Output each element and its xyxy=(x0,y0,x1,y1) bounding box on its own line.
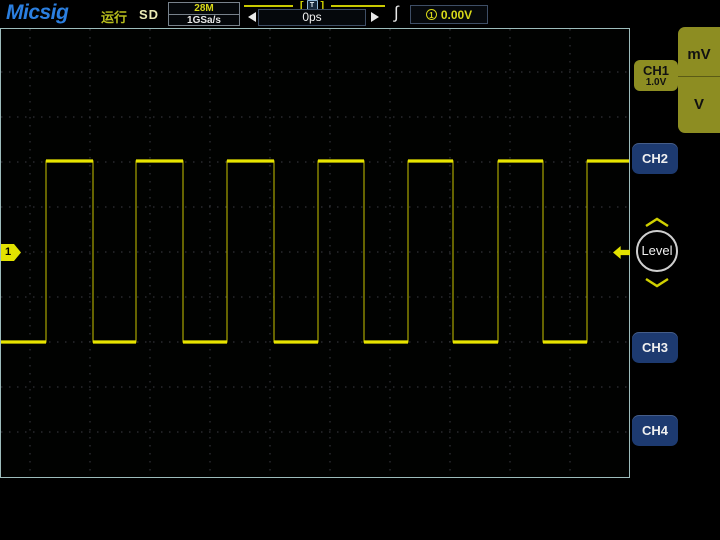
waveform-display-area[interactable] xyxy=(0,28,630,478)
ch3-button[interactable]: CH3 xyxy=(632,332,678,363)
top-status-bar: Micsig 运行 SD 28M 1GSa/s [ T ] 0ps ∫ 1 0.… xyxy=(0,0,720,28)
level-up-chevron-icon[interactable] xyxy=(643,216,671,228)
level-down-chevron-icon[interactable] xyxy=(643,277,671,289)
acquisition-info-box[interactable]: 28M 1GSa/s xyxy=(168,2,240,26)
trigger-source-icon: 1 xyxy=(425,9,437,20)
memory-depth-value: 28M xyxy=(169,3,239,15)
sample-rate-value: 1GSa/s xyxy=(187,15,221,26)
sd-card-indicator: SD xyxy=(139,7,160,22)
brand-logo: Micsig xyxy=(6,1,69,24)
scale-mv-button[interactable]: mV xyxy=(678,27,720,77)
oscilloscope-screen: Micsig 运行 SD 28M 1GSa/s [ T ] 0ps ∫ 1 0.… xyxy=(0,0,720,540)
trigger-position-value[interactable]: 0ps xyxy=(258,9,366,26)
vertical-scale-unit-panel: mV V xyxy=(678,27,720,133)
ch1-button[interactable]: CH1 1.0V xyxy=(634,60,678,91)
ch4-button[interactable]: CH4 xyxy=(632,415,678,446)
run-status-label[interactable]: 运行 xyxy=(101,7,127,26)
ch1-label: CH1 xyxy=(642,62,669,78)
scale-v-button[interactable]: V xyxy=(678,77,720,132)
trigger-level-box[interactable]: 1 0.00V xyxy=(410,5,488,24)
trigger-level-value: 0.00V xyxy=(440,7,473,22)
ch1-scale-value: 1.0V xyxy=(645,76,667,88)
trigger-slope-icon[interactable]: ∫ xyxy=(394,3,399,23)
ch2-button[interactable]: CH2 xyxy=(632,143,678,174)
trigger-position-left-arrow-icon[interactable] xyxy=(248,12,256,22)
waveform-trace xyxy=(1,29,629,477)
bottom-toolbar: 微调 快速 保存 s 500us ns xyxy=(0,478,720,540)
trigger-level-knob[interactable]: Level xyxy=(636,230,678,272)
trigger-position-right-arrow-icon[interactable] xyxy=(371,12,379,22)
